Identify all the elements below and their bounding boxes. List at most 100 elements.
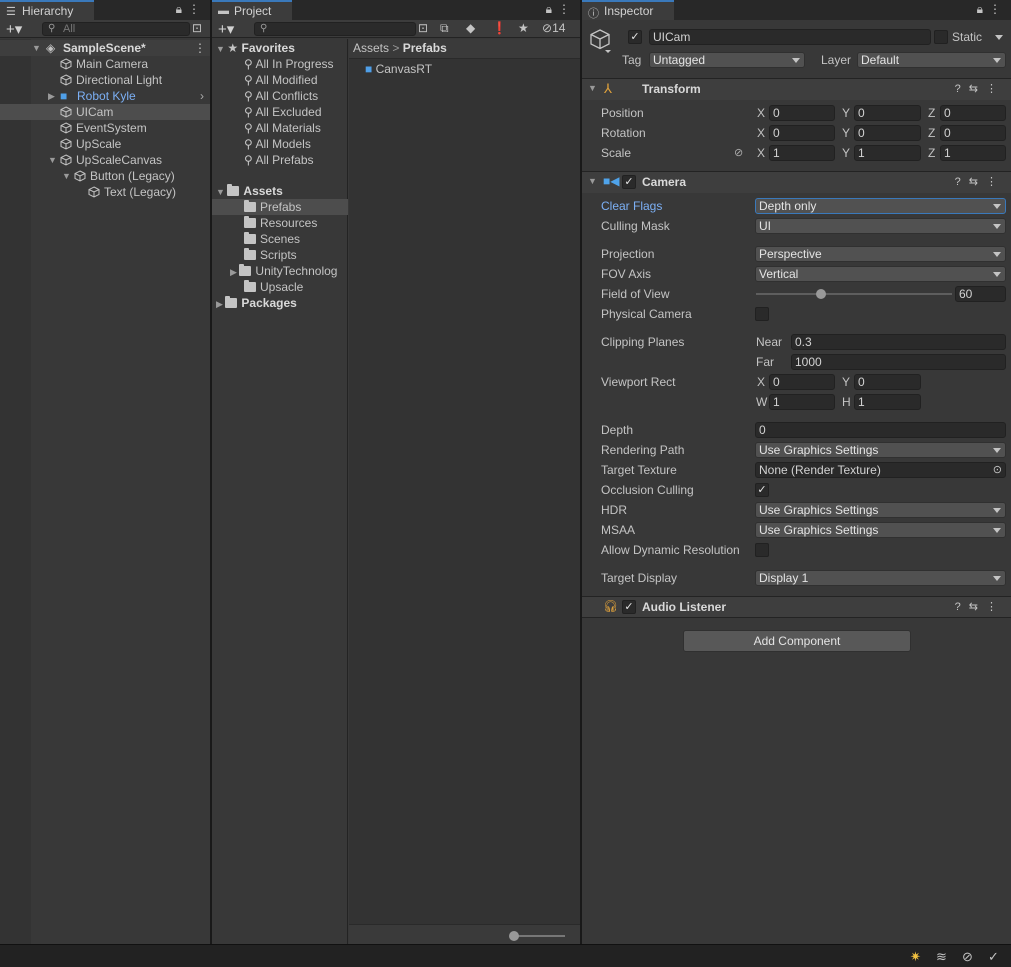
collapse-arrow-icon[interactable]: ▶ (216, 299, 225, 309)
hidden-packages-icon[interactable]: ⊘14 (542, 21, 565, 35)
more-menu-icon[interactable]: ⋮ (194, 40, 206, 56)
rendering-path-dropdown[interactable]: Use Graphics Settings (755, 442, 1006, 458)
occlusion-culling-checkbox[interactable]: ✓ (755, 483, 769, 497)
projection-dropdown[interactable]: Perspective (755, 246, 1006, 262)
scene-row[interactable]: ▼ ◈ SampleScene* ⋮ (0, 40, 210, 56)
viewport-w-field[interactable]: 1 (769, 394, 835, 410)
rotation-y-field[interactable]: 0 (854, 125, 921, 141)
object-picker-icon[interactable]: ⊙ (993, 463, 1002, 477)
asset-folder[interactable]: Upsacle (244, 279, 303, 295)
position-x-field[interactable]: 0 (769, 105, 835, 121)
tab-hierarchy[interactable]: ☰ Hierarchy (0, 0, 94, 20)
favorite-item[interactable]: ⚲ All Prefabs (244, 152, 314, 168)
static-dropdown-icon[interactable] (995, 35, 1003, 40)
clear-flags-dropdown[interactable]: Depth only (755, 198, 1006, 214)
help-icon[interactable]: ? (955, 601, 969, 613)
viewport-x-label[interactable]: X (757, 374, 765, 390)
near-field[interactable]: 0.3 (791, 334, 1006, 350)
rotation-z-field[interactable]: 0 (940, 125, 1006, 141)
more-menu-icon[interactable]: ⋮ (986, 176, 1005, 188)
help-icon[interactable]: ? (955, 176, 969, 188)
hierarchy-item[interactable]: Directional Light (60, 72, 162, 88)
expand-arrow-icon[interactable]: ▼ (32, 40, 41, 56)
expand-arrow-icon[interactable]: ▼ (216, 44, 227, 54)
hierarchy-item-selected[interactable]: UICam (0, 104, 210, 120)
audio-listener-checkbox[interactable]: ✓ (622, 600, 636, 614)
more-menu-icon[interactable]: ⋮ (989, 2, 1007, 16)
far-label[interactable]: Far (756, 354, 774, 370)
asset-folder[interactable]: Scripts (244, 247, 297, 263)
assets-header[interactable]: ▼ Assets (216, 183, 283, 199)
fov-axis-dropdown[interactable]: Vertical (755, 266, 1006, 282)
static-checkbox[interactable] (934, 30, 948, 44)
expand-arrow-icon[interactable]: ▼ (216, 187, 227, 197)
asset-folder-selected[interactable]: Prefabs (212, 199, 348, 215)
scale-x-label[interactable]: X (757, 145, 765, 161)
near-label[interactable]: Near (756, 334, 782, 350)
favorite-star-icon[interactable]: ★ (518, 21, 529, 35)
debug-bug-icon[interactable]: ✷ (910, 949, 921, 965)
favorite-item[interactable]: ⚲ All In Progress (244, 56, 334, 72)
viewport-y-label[interactable]: Y (842, 374, 850, 390)
breadcrumb-item[interactable]: Prefabs (403, 41, 447, 55)
object-name-field[interactable]: UICam (649, 29, 931, 45)
collapse-arrow-icon[interactable]: ▼ (588, 83, 597, 93)
scale-x-field[interactable]: 1 (769, 145, 835, 161)
culling-mask-dropdown[interactable]: UI (755, 218, 1006, 234)
rotation-x-field[interactable]: 0 (769, 125, 835, 141)
preset-icon[interactable]: ⇆ (969, 176, 986, 188)
lock-icon[interactable]: 🔒︎ (546, 2, 558, 16)
transform-header[interactable]: ▼ ⅄ Transform ?⇆⋮ (582, 78, 1011, 100)
position-y-field[interactable]: 0 (854, 105, 921, 121)
scale-y-field[interactable]: 1 (854, 145, 921, 161)
rotation-z-label[interactable]: Z (928, 125, 935, 141)
label-tag-icon[interactable]: ◆ (466, 21, 475, 35)
far-field[interactable]: 1000 (791, 354, 1006, 370)
viewport-h-label[interactable]: H (842, 394, 851, 410)
expand-arrow-icon[interactable]: ▼ (62, 168, 71, 184)
create-plus-icon[interactable]: +▾ (6, 20, 22, 38)
log-alert-icon[interactable]: ❗ (492, 21, 507, 35)
dynamic-resolution-checkbox[interactable] (755, 543, 769, 557)
search-options-icon[interactable]: ⊡ (192, 21, 202, 35)
project-search-input[interactable]: ⚲ (254, 22, 416, 36)
auto-generate-lighting-icon[interactable]: ⊘ (962, 949, 973, 965)
asset-folder[interactable]: Scenes (244, 231, 300, 247)
scale-y-label[interactable]: Y (842, 145, 850, 161)
help-icon[interactable]: ? (955, 83, 969, 95)
more-menu-icon[interactable]: ⋮ (188, 2, 206, 16)
collapse-arrow-icon[interactable]: ▶ (48, 88, 55, 104)
add-component-button[interactable]: Add Component (683, 630, 911, 652)
favorite-item[interactable]: ⚲ All Excluded (244, 104, 322, 120)
more-menu-icon[interactable]: ⋮ (986, 83, 1005, 95)
viewport-x-field[interactable]: 0 (769, 374, 835, 390)
cache-server-icon[interactable]: ≋ (936, 949, 947, 965)
asset-folder[interactable]: Resources (244, 215, 317, 231)
collapse-arrow-icon[interactable]: ▼ (588, 176, 597, 186)
msaa-dropdown[interactable]: Use Graphics Settings (755, 522, 1006, 538)
viewport-h-field[interactable]: 1 (854, 394, 921, 410)
tab-inspector[interactable]: ⓘ Inspector (582, 0, 674, 20)
active-checkbox[interactable]: ✓ (628, 30, 642, 44)
hierarchy-item[interactable]: UpScale (60, 136, 121, 152)
fov-slider-track[interactable] (756, 293, 952, 295)
lock-icon[interactable]: 🔒︎ (176, 2, 188, 16)
rotation-x-label[interactable]: X (757, 125, 765, 141)
favorite-item[interactable]: ⚲ All Materials (244, 120, 321, 136)
zoom-slider-track[interactable] (513, 935, 565, 937)
rotation-y-label[interactable]: Y (842, 125, 850, 141)
position-z-field[interactable]: 0 (940, 105, 1006, 121)
more-menu-icon[interactable]: ⋮ (558, 2, 576, 16)
scale-z-field[interactable]: 1 (940, 145, 1006, 161)
create-plus-icon[interactable]: +▾ (218, 20, 234, 38)
progress-check-icon[interactable]: ✓ (988, 949, 999, 965)
favorite-item[interactable]: ⚲ All Conflicts (244, 88, 318, 104)
audio-listener-header[interactable]: 🎧︎ ✓ Audio Listener ?⇆⋮ (582, 596, 1011, 618)
hierarchy-item[interactable]: EventSystem (60, 120, 147, 136)
layer-dropdown[interactable]: Default (857, 52, 1006, 68)
more-menu-icon[interactable]: ⋮ (986, 601, 1005, 613)
zoom-slider-handle[interactable] (509, 931, 519, 941)
fov-slider-handle[interactable] (815, 289, 826, 299)
hdr-dropdown[interactable]: Use Graphics Settings (755, 502, 1006, 518)
scale-z-label[interactable]: Z (928, 145, 935, 161)
